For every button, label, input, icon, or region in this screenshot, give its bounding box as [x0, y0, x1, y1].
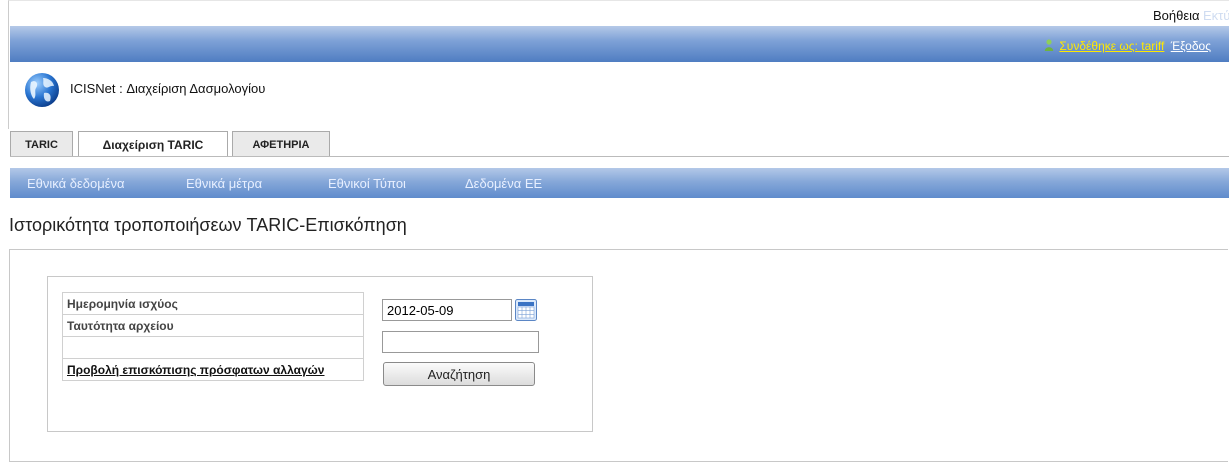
page-title: Ιστορικότητα τροποποιήσεων TARIC-Επισκόπ… — [9, 215, 407, 235]
tab-afetiria[interactable]: ΑΦΕΤΗΡΙΑ — [232, 131, 330, 156]
search-button[interactable]: Αναζήτηση — [383, 362, 535, 386]
file-id-input[interactable] — [382, 331, 539, 353]
app-title: ICISNet : Διαχείριση Δασμολογίου — [70, 81, 266, 96]
nav-national-types[interactable]: Εθνικοί Τύποι — [328, 176, 406, 191]
print-link[interactable]: Εκτύπωση — [1203, 8, 1229, 23]
nav-national-measures[interactable]: Εθνικά μέτρα — [186, 176, 262, 191]
help-link[interactable]: Βοήθεια — [1153, 8, 1200, 23]
recent-changes-cell: Προβολή επισκόπισης πρόσφατων αλλαγών — [62, 358, 364, 381]
file-id-label: Ταυτότητα αρχείου — [62, 314, 364, 337]
nav-eu-data[interactable]: Δεδομένα ΕΕ — [465, 176, 542, 191]
calendar-icon[interactable] — [515, 299, 537, 321]
tab-divider — [10, 156, 1229, 157]
header-frame — [8, 0, 1229, 129]
effective-date-input[interactable] — [382, 299, 512, 321]
top-bar: Συνδέθηκε ως: tariff Έξοδος — [10, 26, 1229, 62]
logout-link[interactable]: Έξοδος — [1171, 39, 1211, 53]
nav-national-data[interactable]: Εθνικά δεδομένα — [27, 176, 125, 191]
effective-date-label: Ημερομηνία ισχύος — [62, 292, 364, 315]
logged-in-user-link[interactable]: Συνδέθηκε ως: tariff — [1059, 39, 1164, 53]
recent-changes-link[interactable]: Προβολή επισκόπισης πρόσφατων αλλαγών — [67, 363, 324, 377]
tab-taric-management[interactable]: Διαχείριση TARIC — [78, 131, 228, 157]
form-row-link: Προβολή επισκόπισης πρόσφατων αλλαγών — [62, 358, 364, 381]
navigation-bar: Εθνικά δεδομένα Εθνικά μέτρα Εθνικοί Τύπ… — [10, 168, 1229, 198]
globe-icon — [25, 73, 59, 107]
tab-taric[interactable]: TARIC — [10, 131, 73, 156]
form-row-effective-date: Ημερομηνία ισχύος — [62, 292, 364, 315]
form-row-file-id: Ταυτότητα αρχείου — [62, 314, 364, 337]
search-form-table: Ημερομηνία ισχύος Ταυτότητα αρχείου Προβ… — [62, 292, 364, 381]
form-row-empty — [62, 336, 364, 359]
empty-label-cell — [62, 336, 364, 359]
user-area: Συνδέθηκε ως: tariff Έξοδος — [1044, 39, 1211, 53]
user-icon — [1044, 39, 1054, 51]
